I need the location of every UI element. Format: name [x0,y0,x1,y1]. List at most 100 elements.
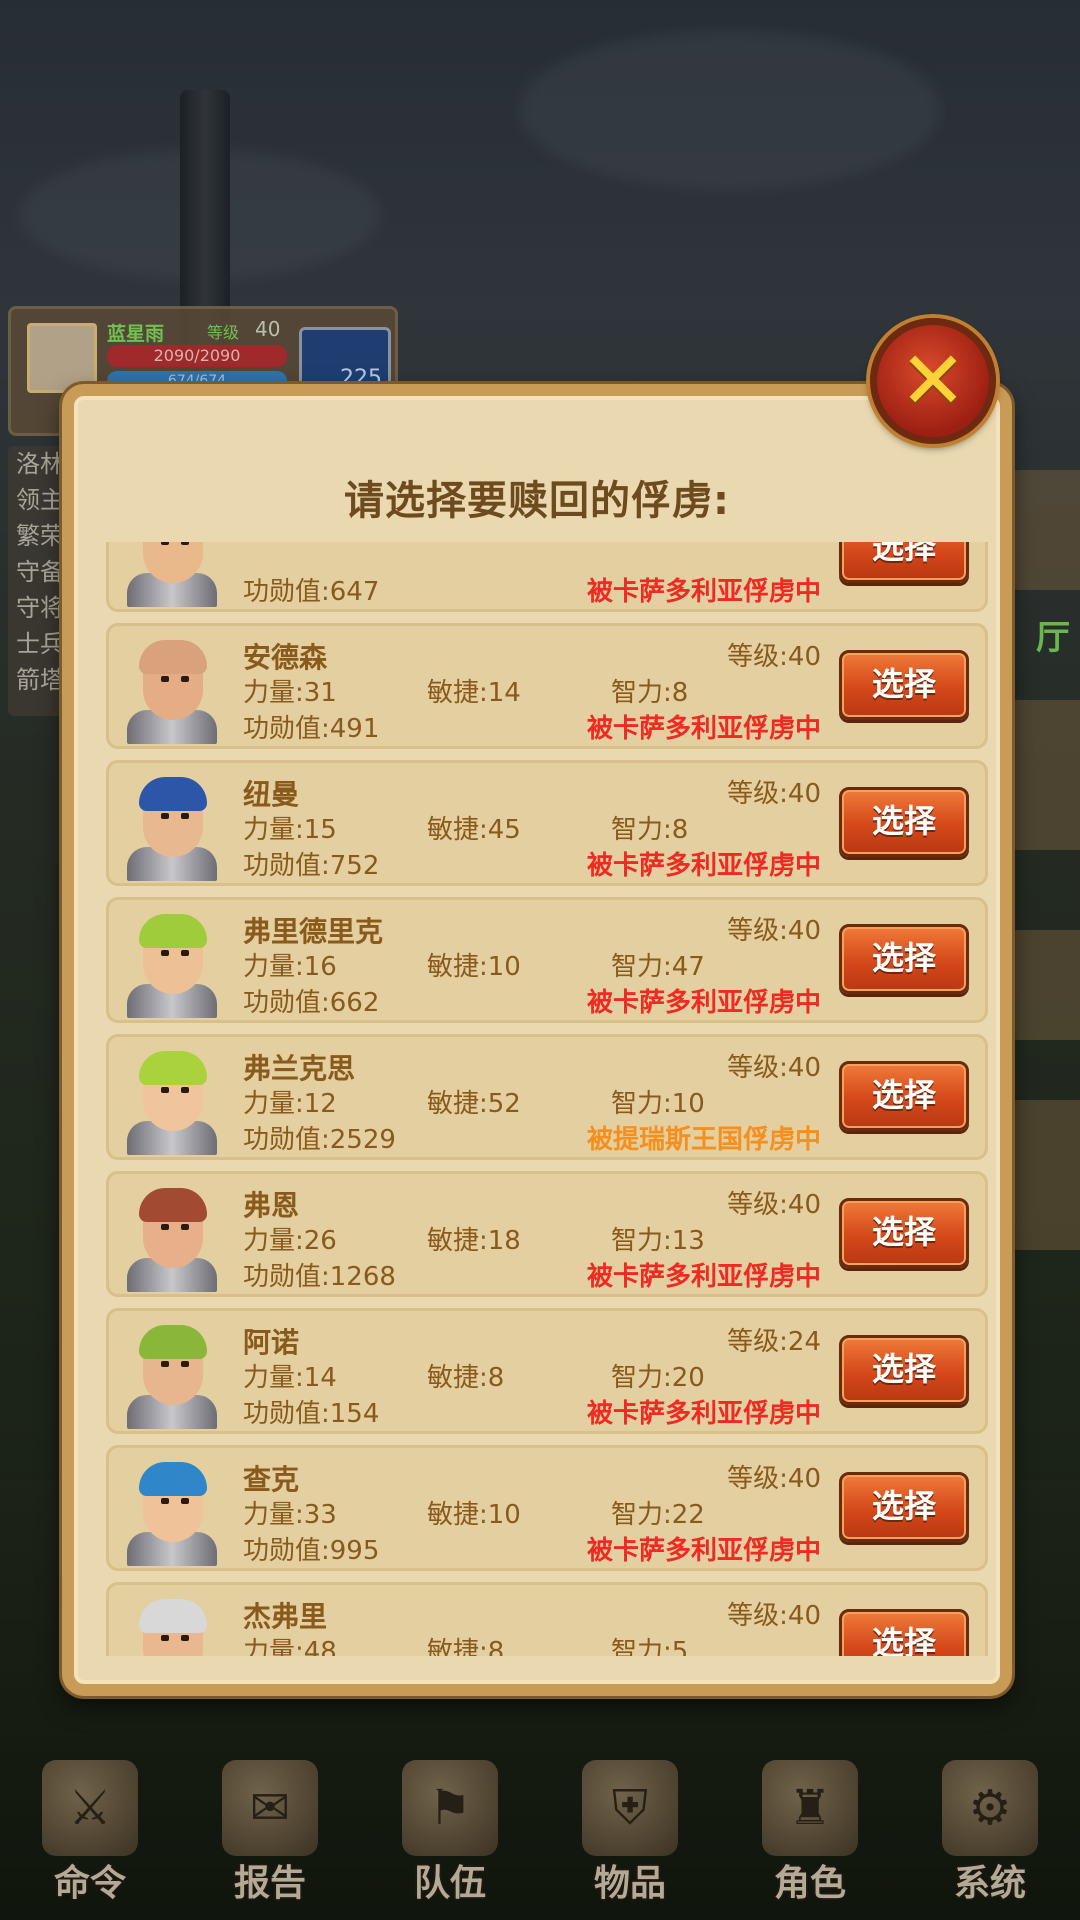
eye-shape [181,676,189,682]
prisoner-level: 等级:40 [727,1601,821,1631]
system-icon: ⚙ [942,1760,1038,1856]
prisoner-level: 等级:40 [727,642,821,672]
select-button[interactable]: 选择 [839,542,969,583]
prisoner-level: 等级:40 [727,1190,821,1220]
prisoner-portrait [123,1599,219,1656]
prisoner-intelligence: 智力:47 [611,952,705,982]
nav-label: 命令 [53,1863,126,1904]
city-info-item: 洛林 [16,450,64,478]
eye-shape [181,950,189,956]
select-button[interactable]: 选择 [839,924,969,994]
prisoner-merit: 功勋值:995 [243,1536,380,1566]
select-button[interactable]: 选择 [839,1609,969,1656]
select-button[interactable]: 选择 [839,1061,969,1131]
prisoner-name: 纽曼 [243,778,300,811]
prisoner-agility: 敏捷:18 [427,1226,521,1256]
prisoner-agility: 敏捷:8 [427,1363,505,1393]
dialog-title: 请选择要赎回的俘虏: [344,478,730,524]
prisoner-strength: 力量:12 [243,1089,337,1119]
prisoner-list-viewport[interactable]: 功勋值:647 被卡萨多利亚俘虏中 选择 安德森 等级:40 力量:31 敏捷:… [106,542,988,1656]
prisoner-merit: 功勋值:647 [243,577,380,607]
select-button[interactable]: 选择 [839,650,969,720]
prisoner-portrait [123,640,219,744]
eye-shape [161,1224,169,1230]
prisoner-level: 等级:40 [727,779,821,809]
eye-shape [161,1635,169,1641]
eye-shape [161,676,169,682]
prisoner-card: 功勋值:647 被卡萨多利亚俘虏中 选择 [106,542,988,612]
city-info-item: 领主 [16,486,64,514]
team-icon: ⚑ [402,1760,498,1856]
command-icon: ⚔ [42,1760,138,1856]
nav-label: 角色 [773,1863,846,1904]
nav-system[interactable]: ⚙ 系统 [900,1760,1080,1920]
player-level-label: 等级 [207,323,240,342]
nav-report[interactable]: ✉ 报告 [180,1760,360,1920]
eye-shape [181,1224,189,1230]
hair-shape [139,1051,207,1085]
eye-shape [161,1087,169,1093]
prisoner-status: 被卡萨多利亚俘虏中 [586,577,821,607]
select-button[interactable]: 选择 [839,1472,969,1542]
eye-shape [181,1361,189,1367]
bottom-nav: ⚔ 命令 ✉ 报告 ⚑ 队伍 ⛨ 物品 ♜ 角色 ⚙ 系统 [0,1760,1080,1920]
prisoner-level: 等级:24 [727,1327,821,1357]
prisoner-status: 被提瑞斯王国俘虏中 [586,1125,821,1155]
prisoner-portrait [123,1325,219,1429]
prisoner-strength: 力量:16 [243,952,337,982]
nav-label: 系统 [953,1863,1026,1904]
prisoner-name: 弗兰克思 [243,1052,356,1085]
nav-team[interactable]: ⚑ 队伍 [360,1760,540,1920]
select-button[interactable]: 选择 [839,1335,969,1405]
prisoner-card: 杰弗里 等级:40 力量:48 敏捷:8 智力:5 功勋值:780 被卡萨多利亚… [106,1582,988,1656]
prisoner-name: 弗恩 [243,1189,300,1222]
prisoner-name: 杰弗里 [243,1600,328,1633]
prisoner-portrait [123,542,219,607]
prisoner-agility: 敏捷:10 [427,1500,521,1530]
prisoner-name: 查克 [243,1463,300,1496]
nav-label: 物品 [593,1863,666,1904]
prisoner-intelligence: 智力:5 [611,1637,689,1656]
prisoner-merit: 功勋值:662 [243,988,380,1018]
right-building-icon [1010,1100,1080,1250]
prisoner-strength: 力量:26 [243,1226,337,1256]
right-building-icon [1010,930,1080,1040]
prisoner-strength: 力量:14 [243,1363,337,1393]
prisoner-portrait [123,914,219,1018]
city-info-item: 士兵 [16,630,64,658]
player-avatar [27,323,97,393]
nav-items[interactable]: ⛨ 物品 [540,1760,720,1920]
prisoner-merit: 功勋值:154 [243,1399,380,1429]
prisoner-intelligence: 智力:10 [611,1089,705,1119]
prisoner-intelligence: 智力:8 [611,678,689,708]
city-info-item: 守将 [16,594,64,622]
prisoner-level: 等级:40 [727,1053,821,1083]
prisoner-agility: 敏捷:14 [427,678,521,708]
prisoner-intelligence: 智力:22 [611,1500,705,1530]
close-button[interactable]: ✕ [870,318,996,444]
prisoner-card: 查克 等级:40 力量:33 敏捷:10 智力:22 功勋值:995 被卡萨多利… [106,1445,988,1571]
hair-shape [139,1462,207,1496]
prisoner-list: 功勋值:647 被卡萨多利亚俘虏中 选择 安德森 等级:40 力量:31 敏捷:… [106,542,988,1656]
select-button[interactable]: 选择 [839,1198,969,1268]
nav-character[interactable]: ♜ 角色 [720,1760,900,1920]
prisoner-merit: 功勋值:752 [243,851,380,881]
eye-shape [181,1498,189,1504]
prisoner-agility: 敏捷:8 [427,1637,505,1656]
prisoner-name: 阿诺 [243,1326,300,1359]
prisoner-intelligence: 智力:13 [611,1226,705,1256]
report-icon: ✉ [222,1760,318,1856]
eye-shape [161,813,169,819]
nav-label: 报告 [233,1863,306,1904]
player-level: 40 [255,317,281,341]
hair-shape [139,1599,207,1633]
prisoner-merit: 功勋值:1268 [243,1262,396,1292]
nav-label: 队伍 [413,1863,486,1904]
items-icon: ⛨ [582,1760,678,1856]
prisoner-card: 纽曼 等级:40 力量:15 敏捷:45 智力:8 功勋值:752 被卡萨多利亚… [106,760,988,886]
prisoner-status: 被卡萨多利亚俘虏中 [586,714,821,744]
prisoner-status: 被卡萨多利亚俘虏中 [586,1536,821,1566]
select-button[interactable]: 选择 [839,787,969,857]
nav-command[interactable]: ⚔ 命令 [0,1760,180,1920]
city-info-menu: 洛林 领主 繁荣 守备 守将 士兵 箭塔 [8,446,68,716]
